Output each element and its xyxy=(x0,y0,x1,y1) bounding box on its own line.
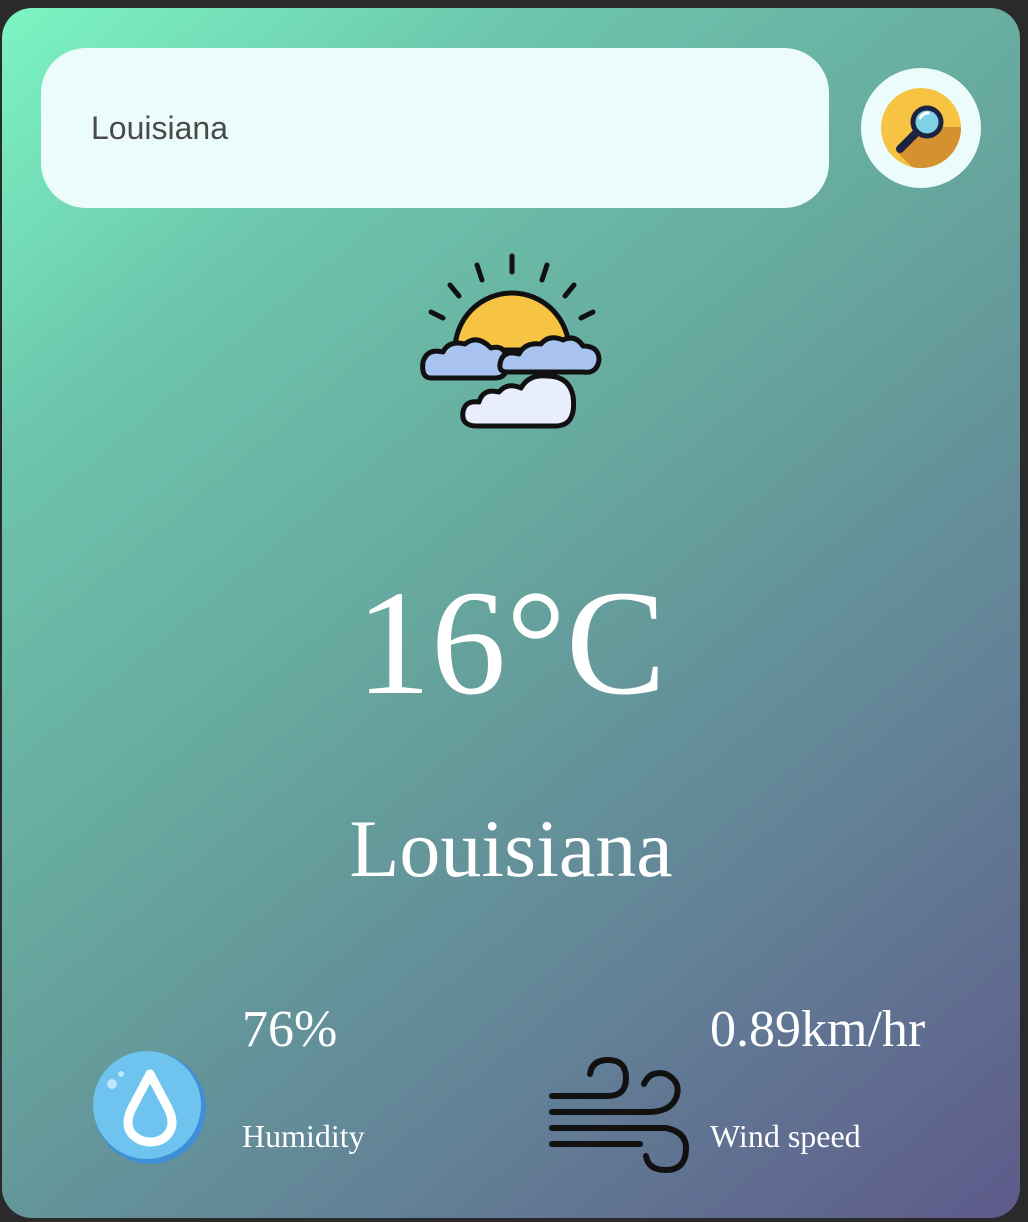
search-button[interactable] xyxy=(861,68,981,188)
humidity-value: 76% xyxy=(242,1001,338,1058)
search-magnifier-icon xyxy=(881,88,961,168)
wind-value: 0.89km/hr xyxy=(710,1001,926,1058)
water-drop-icon xyxy=(93,1051,206,1164)
search-input[interactable]: Louisiana xyxy=(41,48,829,208)
weather-card: Louisiana 16°C Louisiana 76% Humidity 0.… xyxy=(2,8,1020,1218)
city-name: Louisiana xyxy=(349,803,673,894)
search-input-value: Louisiana xyxy=(91,109,228,146)
wind-icon xyxy=(549,1056,690,1174)
partly-cloudy-sun-icon xyxy=(420,253,602,429)
wind-label: Wind speed xyxy=(710,1118,861,1154)
humidity-label: Humidity xyxy=(242,1118,365,1154)
temperature: 16°C xyxy=(355,560,667,726)
